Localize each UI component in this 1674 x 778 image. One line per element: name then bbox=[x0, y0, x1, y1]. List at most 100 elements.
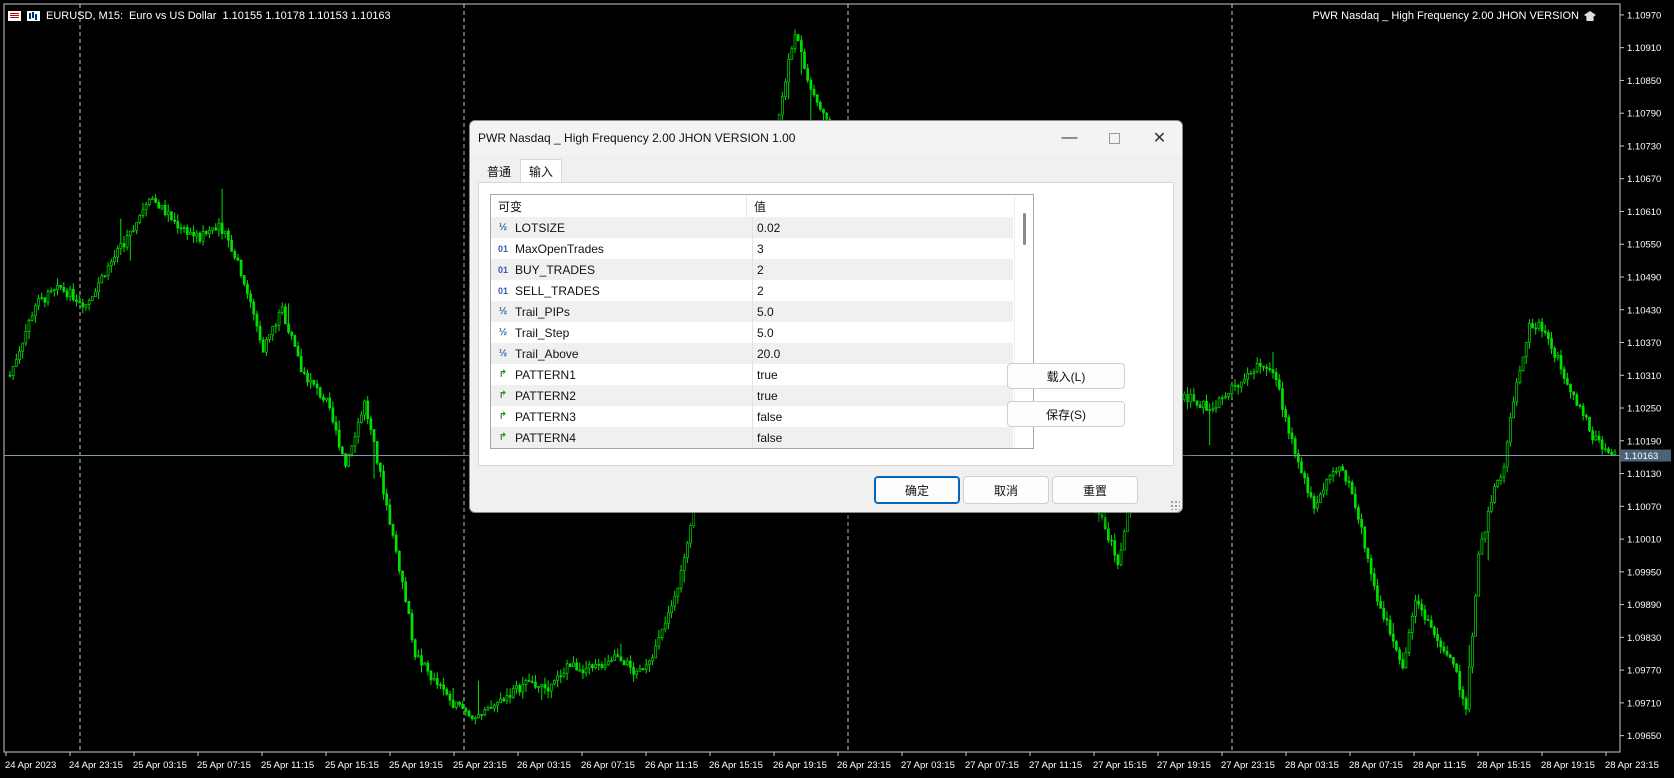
tab-common[interactable]: 普通 bbox=[478, 159, 520, 183]
time-tick-label: 24 Apr 2023 bbox=[5, 760, 56, 771]
candle-body bbox=[265, 339, 268, 353]
param-value-cell[interactable]: 0.02 bbox=[753, 217, 1013, 238]
column-header-variable[interactable]: 可变 bbox=[491, 195, 747, 217]
time-tick-label: 25 Apr 23:15 bbox=[453, 760, 507, 771]
candle-body bbox=[14, 359, 18, 367]
candle-body bbox=[1201, 401, 1205, 408]
table-row[interactable]: ½ Trail_Step 5.0 bbox=[491, 322, 1013, 343]
price-tick-label: 1.10310 bbox=[1627, 371, 1661, 382]
candle-body bbox=[1126, 512, 1129, 533]
param-value-cell[interactable]: 20.0 bbox=[753, 343, 1013, 364]
load-button[interactable]: 载入(L) bbox=[1007, 363, 1125, 389]
param-name-cell[interactable]: ½ Trail_Step bbox=[491, 322, 753, 343]
candle-body bbox=[170, 211, 173, 221]
param-value-cell[interactable]: true bbox=[753, 385, 1013, 406]
candle-body bbox=[435, 677, 439, 685]
candle-body bbox=[543, 684, 547, 689]
scrollbar-thumb[interactable] bbox=[1023, 213, 1026, 245]
param-name-cell[interactable]: 01 SELL_TRADES bbox=[491, 280, 753, 301]
candle-body bbox=[1331, 471, 1335, 477]
minimize-button[interactable]: — bbox=[1047, 121, 1092, 155]
param-name-cell[interactable]: ½ LOTSIZE bbox=[491, 217, 753, 238]
candle-body bbox=[1353, 493, 1357, 508]
candle-body bbox=[306, 372, 309, 383]
table-row[interactable]: ↱ PATTERN1 true bbox=[491, 364, 1013, 385]
param-value-cell[interactable]: 2 bbox=[753, 259, 1013, 280]
current-price-label: 1.10163 bbox=[1624, 451, 1658, 462]
param-value-cell[interactable]: 3 bbox=[753, 238, 1013, 259]
candle-body bbox=[1502, 466, 1506, 478]
candle-body bbox=[1236, 385, 1240, 388]
param-value-cell[interactable]: true bbox=[753, 364, 1013, 385]
candle-body bbox=[1414, 600, 1417, 617]
ok-button[interactable]: 确定 bbox=[874, 476, 960, 504]
param-name-cell[interactable]: 01 BUY_TRADES bbox=[491, 259, 753, 280]
time-tick-label: 27 Apr 11:15 bbox=[1029, 760, 1082, 771]
chart-type-icon[interactable] bbox=[27, 11, 40, 21]
candle-body bbox=[1486, 510, 1490, 533]
candle-body bbox=[407, 601, 411, 614]
table-row[interactable]: 01 SELL_TRADES 2 bbox=[491, 280, 1013, 301]
param-value-cell[interactable]: false bbox=[753, 427, 1013, 448]
table-row[interactable]: ↱ PATTERN4 false bbox=[491, 427, 1013, 448]
time-tick-label: 26 Apr 23:15 bbox=[837, 760, 891, 771]
candle-body bbox=[445, 688, 449, 695]
save-button[interactable]: 保存(S) bbox=[1007, 401, 1125, 427]
candle-body bbox=[1499, 476, 1503, 481]
table-row[interactable]: 01 MaxOpenTrades 3 bbox=[491, 238, 1013, 259]
candle-body bbox=[613, 654, 616, 661]
param-name-cell[interactable]: ↱ PATTERN1 bbox=[491, 364, 753, 385]
candle-body bbox=[1398, 649, 1401, 661]
maximize-button[interactable] bbox=[1092, 121, 1137, 155]
table-row[interactable]: 01 BUY_TRADES 2 bbox=[491, 259, 1013, 280]
candle-body bbox=[1474, 595, 1477, 637]
candle-body bbox=[94, 291, 97, 298]
expert-advisor-label[interactable]: PWR Nasdaq _ High Frequency 2.00 JHON VE… bbox=[1312, 8, 1596, 24]
param-value-cell[interactable]: false bbox=[753, 406, 1013, 427]
resize-grip-icon[interactable] bbox=[1170, 500, 1180, 510]
reset-button[interactable]: 重置 bbox=[1052, 476, 1138, 504]
table-row[interactable]: ↱ PATTERN2 true bbox=[491, 385, 1013, 406]
candle-body bbox=[635, 670, 639, 675]
param-value: 5.0 bbox=[757, 325, 774, 340]
candle-body bbox=[496, 702, 499, 706]
table-row[interactable]: ½ LOTSIZE 0.02 bbox=[491, 217, 1013, 238]
param-value-cell[interactable]: 5.0 bbox=[753, 301, 1013, 322]
param-name-cell[interactable]: ½ Trail_PIPs bbox=[491, 301, 753, 322]
dialog-titlebar[interactable]: PWR Nasdaq _ High Frequency 2.00 JHON VE… bbox=[470, 121, 1182, 155]
candle-body bbox=[540, 684, 544, 687]
candle-body bbox=[103, 275, 107, 277]
int-type-icon: 01 bbox=[497, 264, 508, 275]
candle-body bbox=[331, 407, 335, 423]
candle-body bbox=[220, 222, 224, 234]
candle-body bbox=[1224, 396, 1227, 399]
param-name-cell[interactable]: ↱ PATTERN3 bbox=[491, 406, 753, 427]
price-tick-label: 1.10790 bbox=[1627, 109, 1661, 120]
candle-body bbox=[309, 379, 313, 383]
column-header-value[interactable]: 值 bbox=[747, 195, 1033, 217]
cancel-button[interactable]: 取消 bbox=[963, 476, 1049, 504]
candle-body bbox=[1366, 547, 1370, 559]
param-name-cell[interactable]: ½ Trail_Above bbox=[491, 343, 753, 364]
price-tick-label: 1.09890 bbox=[1627, 600, 1661, 611]
candle-body bbox=[651, 657, 654, 662]
candle-body bbox=[511, 688, 515, 698]
candle-body bbox=[189, 232, 192, 235]
candle-body bbox=[619, 656, 623, 662]
candle-body bbox=[299, 355, 303, 373]
param-value-cell[interactable]: 5.0 bbox=[753, 322, 1013, 343]
table-row[interactable]: ↱ PATTERN3 false bbox=[491, 406, 1013, 427]
table-row[interactable]: ½ Trail_Above 20.0 bbox=[491, 343, 1013, 364]
param-name-cell[interactable]: ↱ PATTERN4 bbox=[491, 427, 753, 448]
close-button[interactable]: ✕ bbox=[1137, 121, 1182, 155]
candle-body bbox=[56, 285, 59, 290]
candle-body bbox=[420, 655, 423, 666]
candle-body bbox=[46, 291, 50, 303]
bool-type-icon: ↱ bbox=[498, 411, 508, 422]
param-value-cell[interactable]: 2 bbox=[753, 280, 1013, 301]
param-name-cell[interactable]: ↱ PATTERN2 bbox=[491, 385, 753, 406]
candle-body bbox=[366, 400, 370, 419]
param-name-cell[interactable]: 01 MaxOpenTrades bbox=[491, 238, 753, 259]
candle-body bbox=[1309, 492, 1313, 497]
table-row[interactable]: ½ Trail_PIPs 5.0 bbox=[491, 301, 1013, 322]
